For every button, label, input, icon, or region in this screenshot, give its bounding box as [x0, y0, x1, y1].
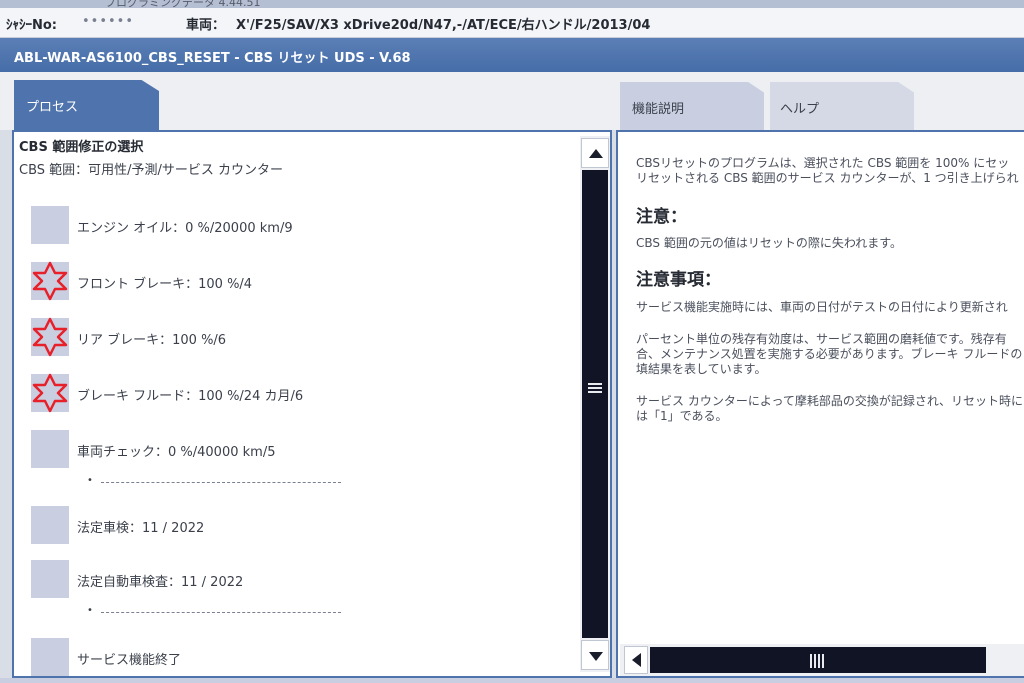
tab-function-description[interactable]: 機能説明 [620, 82, 764, 130]
chassis-value: •••••• [82, 14, 135, 29]
cbs-item-front-brake[interactable]: フロント ブレーキ：100 %/4 [14, 261, 574, 306]
arrow-left-icon [632, 653, 641, 667]
notes-paragraph: 合、メンテナンス処置を実施する必要があります。ブレーキ フルードの [636, 347, 1023, 361]
cbs-item-brake-fluid[interactable]: ブレーキ フルード：100 %/24 カ月/6 [14, 373, 574, 418]
intro-line: CBSリセットのプログラムは、選択された CBS 範囲を 100% にセッ [636, 156, 1010, 170]
cbs-item-label: フロント ブレーキ：100 %/4 [77, 277, 253, 292]
cbs-item-label: サービス機能終了 [77, 653, 182, 668]
cbs-item-statutory-inspection[interactable]: 法定車検：11 / 2022 [14, 506, 574, 550]
note-heading: 注意： [636, 207, 687, 227]
detail-line: • [87, 606, 347, 616]
scroll-grip-icon[interactable] [588, 383, 602, 397]
vehicle-label: 車両： [186, 18, 226, 33]
notes-paragraph: パーセント単位の残存有効度は、サービス範囲の磨耗値です。残存有 [636, 332, 1007, 346]
scroll-left-button[interactable] [624, 646, 648, 674]
window-title: ABL-WAR-AS6100_CBS_RESET - CBS リセット UDS … [0, 38, 1024, 72]
cbs-item-vehicle-check[interactable]: 車両チェック：0 %/40000 km/5 • [14, 430, 574, 486]
empty-square-icon [31, 560, 69, 598]
horizontal-scrollbar[interactable] [620, 644, 1024, 676]
tab-process[interactable]: プロセス [14, 80, 159, 130]
red-star-icon [32, 373, 68, 413]
cbs-item-engine-oil[interactable]: エンジン オイル：0 %/20000 km/9 [14, 206, 574, 250]
notes-heading: 注意事項： [636, 270, 721, 290]
cbs-item-label: リア ブレーキ：100 %/6 [77, 333, 227, 348]
vehicle-info-bar: ｼｬｼｰNo: •••••• 車両： X'/F25/SAV/X3 xDrive2… [0, 8, 1024, 38]
empty-square-icon [31, 206, 69, 244]
note-text: CBS 範囲の元の値はリセットの際に失われます。 [636, 236, 903, 250]
section-subtitle: CBS 範囲：可用性/予測/サービス カウンター [19, 163, 284, 178]
detail-line: • [87, 476, 347, 486]
empty-square-icon [31, 430, 69, 468]
scroll-down-button[interactable] [581, 640, 609, 670]
chassis-label: ｼｬｼｰNo: [6, 18, 58, 33]
empty-square-icon [31, 638, 69, 676]
bullet: • [87, 605, 93, 616]
process-panel: CBS 範囲修正の選択 CBS 範囲：可用性/予測/サービス カウンター エンジ… [12, 130, 612, 678]
description-panel: CBSリセットのプログラムは、選択された CBS 範囲を 100% にセッ リセ… [616, 130, 1024, 678]
notes-paragraph: は「1」である。 [636, 409, 728, 423]
cbs-item-label: エンジン オイル：0 %/20000 km/9 [77, 221, 293, 236]
scroll-up-button[interactable] [581, 138, 609, 168]
bullet: • [87, 475, 93, 486]
notes-paragraph: サービス機能実施時には、車両の日付がテストの日付により更新され [636, 300, 1008, 314]
vertical-scrollbar[interactable] [580, 136, 610, 672]
cbs-item-rear-brake[interactable]: リア ブレーキ：100 %/6 [14, 317, 574, 362]
red-star-icon [32, 317, 68, 357]
cbs-item-statutory-vehicle-inspection[interactable]: 法定自動車検査：11 / 2022 • [14, 560, 574, 616]
empty-square-icon [31, 506, 69, 544]
notes-paragraph: サービス カウンターによって摩耗部品の交換が記録され、リセット時に [636, 394, 1023, 408]
arrow-down-icon [589, 652, 603, 661]
red-star-icon [32, 261, 68, 301]
cbs-item-label: ブレーキ フルード：100 %/24 カ月/6 [77, 389, 304, 404]
cbs-item-label: 法定車検：11 / 2022 [77, 521, 205, 536]
intro-line: リセットされる CBS 範囲のサービス カウンターが、1 つ引き上げられ [636, 171, 1019, 185]
top-strip: プログラミングデータ 4.44.51 [0, 0, 1024, 9]
notes-paragraph: 填結果を表しています。 [636, 362, 767, 376]
arrow-up-icon [589, 149, 603, 158]
cbs-item-label: 法定自動車検査：11 / 2022 [77, 575, 244, 590]
cbs-item-label: 車両チェック：0 %/40000 km/5 [77, 445, 276, 460]
scroll-track[interactable] [582, 170, 608, 638]
cbs-item-end-service-function[interactable]: サービス機能終了 [14, 638, 574, 676]
scroll-grip-icon[interactable] [810, 653, 826, 668]
vehicle-value: X'/F25/SAV/X3 xDrive20d/N47,-/AT/ECE/右ハン… [236, 18, 651, 33]
section-title: CBS 範囲修正の選択 [19, 140, 144, 155]
scroll-track[interactable] [650, 647, 986, 673]
bottom-edge [0, 678, 1024, 683]
tab-bar: プロセス 機能説明 ヘルプ [0, 72, 1024, 130]
tab-help[interactable]: ヘルプ [770, 82, 914, 130]
